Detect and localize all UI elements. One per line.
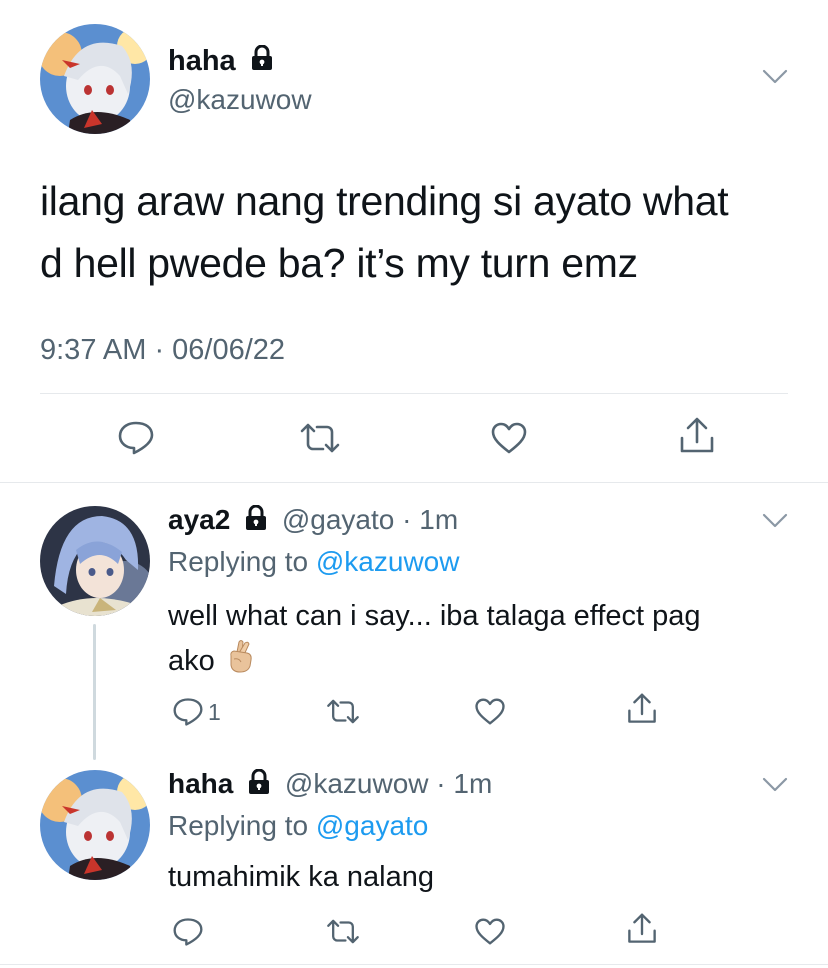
heart-outline-icon[interactable] bbox=[490, 421, 528, 455]
tweet-text-line: ilang araw nang trending si ayato what bbox=[40, 178, 729, 224]
retweet-arrows-icon[interactable] bbox=[298, 422, 342, 454]
chevron-down-icon[interactable] bbox=[762, 68, 788, 86]
author-handle[interactable]: @kazuwow bbox=[168, 83, 312, 117]
reply-time[interactable]: · 1m bbox=[436, 768, 492, 799]
speech-bubble-icon[interactable] bbox=[117, 420, 155, 456]
heart-outline-icon[interactable] bbox=[474, 917, 506, 946]
retweet-arrows-icon[interactable] bbox=[325, 698, 361, 725]
share-upload-icon[interactable] bbox=[626, 692, 658, 726]
share-upload-icon[interactable] bbox=[626, 912, 658, 946]
author-avatar[interactable] bbox=[40, 24, 150, 134]
divider bbox=[40, 393, 788, 394]
replying-to-label: Replying to bbox=[168, 546, 316, 577]
chevron-down-icon[interactable] bbox=[762, 776, 788, 794]
reply-avatar[interactable] bbox=[40, 506, 150, 616]
divider bbox=[0, 482, 828, 483]
author-display-name[interactable]: haha bbox=[168, 45, 236, 77]
tweet-timestamp[interactable]: 9:37 AM · 06/06/22 bbox=[40, 333, 285, 367]
reply-display-name[interactable]: aya2 bbox=[168, 504, 230, 535]
reply-text: tumahimik ka nalang bbox=[168, 861, 434, 893]
reply-text-line: well what can i say... iba talaga effect… bbox=[168, 600, 701, 632]
replying-to-label: Replying to bbox=[168, 810, 316, 841]
tweet-text: ilang araw nang trending si ayato what d… bbox=[40, 170, 729, 294]
padlock-icon bbox=[244, 504, 268, 539]
tweet-text-line: d hell pwede ba? it’s my turn emz bbox=[40, 240, 638, 286]
share-upload-icon[interactable] bbox=[678, 416, 716, 456]
speech-bubble-icon[interactable] bbox=[172, 917, 204, 947]
reply-text-line: ako bbox=[168, 645, 215, 678]
crossed-fingers-emoji bbox=[225, 638, 255, 687]
padlock-icon bbox=[250, 44, 274, 79]
replying-to-line: Replying to @kazuwow bbox=[168, 545, 459, 579]
replying-to-mention[interactable]: @kazuwow bbox=[316, 546, 460, 577]
replying-to-line: Replying to @gayato bbox=[168, 809, 428, 843]
reply-handle[interactable]: @gayato bbox=[282, 504, 395, 535]
retweet-arrows-icon[interactable] bbox=[325, 918, 361, 945]
thread-connector-line bbox=[93, 624, 96, 760]
speech-bubble-icon[interactable] bbox=[172, 697, 204, 727]
reply-time[interactable]: · 1m bbox=[402, 504, 458, 535]
divider bbox=[0, 964, 828, 965]
heart-outline-icon[interactable] bbox=[474, 697, 506, 726]
reply-count: 1 bbox=[208, 699, 221, 725]
chevron-down-icon[interactable] bbox=[762, 512, 788, 530]
reply-avatar[interactable] bbox=[40, 770, 150, 880]
reply-display-name[interactable]: haha bbox=[168, 768, 233, 799]
reply-handle[interactable]: @kazuwow bbox=[285, 768, 429, 799]
padlock-icon bbox=[247, 768, 271, 803]
reply-text: well what can i say... iba talaga effect… bbox=[168, 594, 701, 687]
replying-to-mention[interactable]: @gayato bbox=[316, 810, 429, 841]
